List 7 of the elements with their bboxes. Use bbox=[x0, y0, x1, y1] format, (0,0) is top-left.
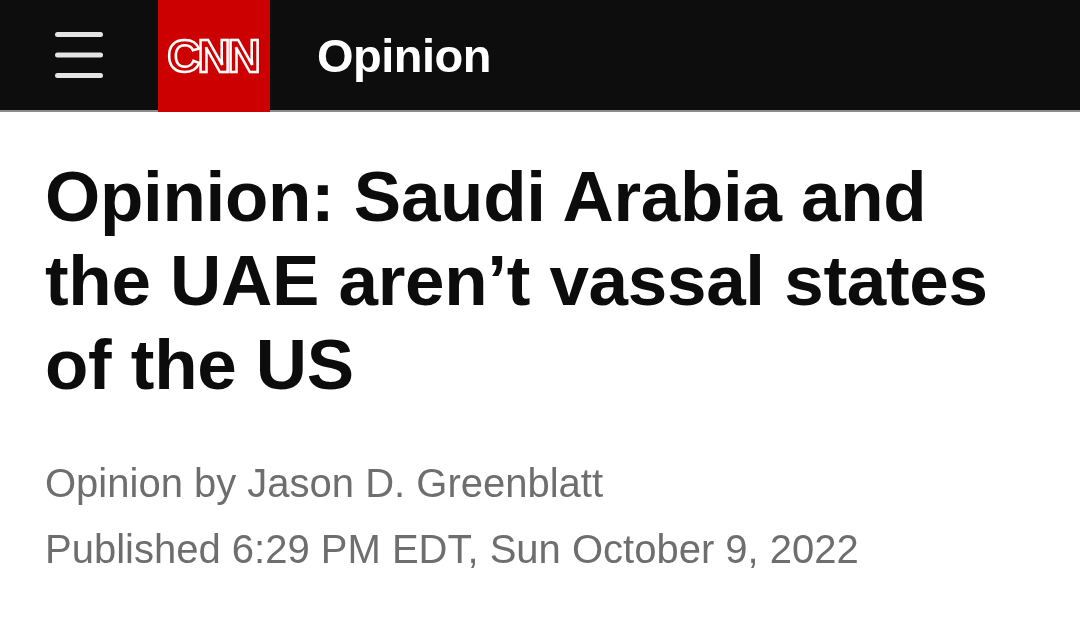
publish-date: Published 6:29 PM EDT, Sun October 9, 2022 bbox=[45, 526, 860, 573]
menu-icon bbox=[55, 32, 103, 78]
section-link[interactable]: Opinion bbox=[317, 28, 491, 84]
headline: Opinion: Saudi Arabia and the UAE aren’t vassal states of the US bbox=[45, 156, 989, 406]
menu-button[interactable] bbox=[55, 32, 103, 78]
byline: Opinion by Jason D. Greenblatt bbox=[45, 460, 605, 507]
logo-link[interactable]: CNN bbox=[158, 0, 270, 112]
